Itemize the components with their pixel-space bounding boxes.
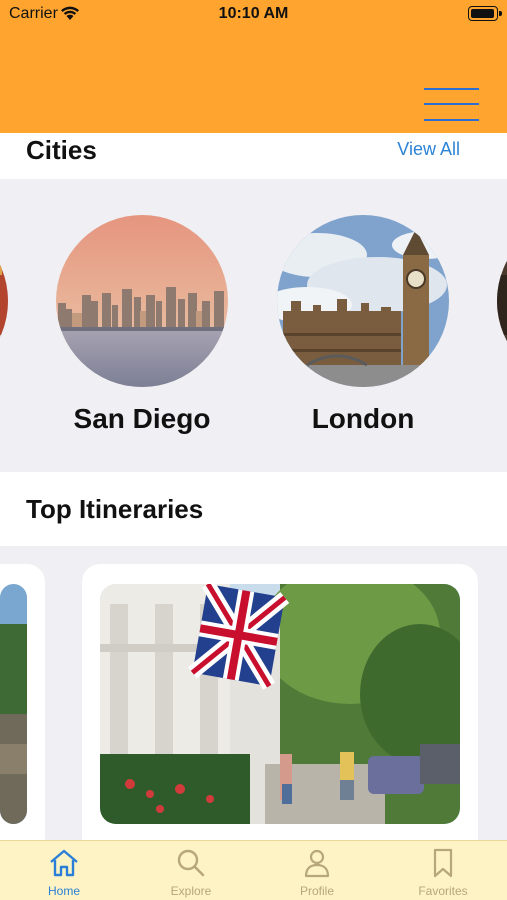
- city-card-london[interactable]: London: [277, 215, 449, 435]
- view-all-link[interactable]: View All: [397, 139, 460, 160]
- city-image-partial-right[interactable]: [497, 215, 507, 387]
- home-icon: [50, 849, 78, 877]
- menu-line-bottom: [424, 119, 479, 121]
- battery-icon: [468, 6, 502, 21]
- tab-label: Profile: [299, 884, 334, 898]
- person-icon: [304, 849, 330, 878]
- cities-title: Cities: [26, 135, 97, 165]
- menu-line-top: [424, 88, 479, 90]
- menu-line-middle: [424, 103, 479, 105]
- itinerary-image-partial: [0, 584, 27, 824]
- itinerary-card-partial[interactable]: [0, 564, 45, 840]
- san-diego-image: [56, 215, 228, 387]
- city-image-partial-left[interactable]: [0, 215, 8, 387]
- city-name: San Diego: [73, 403, 211, 434]
- header-bar: Carrier 10:10 AM: [0, 0, 507, 133]
- itineraries-title: Top Itineraries: [26, 494, 204, 524]
- cities-carousel[interactable]: San Diego London: [0, 179, 507, 472]
- itineraries-section-header: Top Itineraries: [0, 472, 507, 546]
- itineraries-carousel[interactable]: [0, 546, 507, 840]
- itinerary-image: [100, 584, 460, 824]
- city-card-san-diego[interactable]: San Diego: [56, 215, 228, 435]
- tab-explore[interactable]: Explore: [136, 841, 246, 900]
- tab-label: Favorites: [418, 884, 468, 898]
- tab-label: Home: [47, 884, 80, 898]
- search-icon: [177, 849, 205, 877]
- menu-button[interactable]: [424, 86, 480, 124]
- tab-profile[interactable]: Profile: [262, 841, 372, 900]
- tab-home[interactable]: Home: [9, 841, 119, 900]
- london-image: [277, 215, 449, 387]
- itinerary-card[interactable]: [82, 564, 478, 840]
- tab-bar: Home Explore Profile Favorites: [0, 840, 507, 900]
- city-name: London: [311, 403, 415, 434]
- tab-label: Explore: [170, 884, 212, 898]
- status-bar: Carrier 10:10 AM: [0, 0, 507, 30]
- status-time: 10:10 AM: [218, 5, 289, 22]
- bookmark-icon: [433, 848, 453, 878]
- tab-favorites[interactable]: Favorites: [388, 841, 498, 900]
- cities-section-header: Cities View All: [0, 133, 507, 179]
